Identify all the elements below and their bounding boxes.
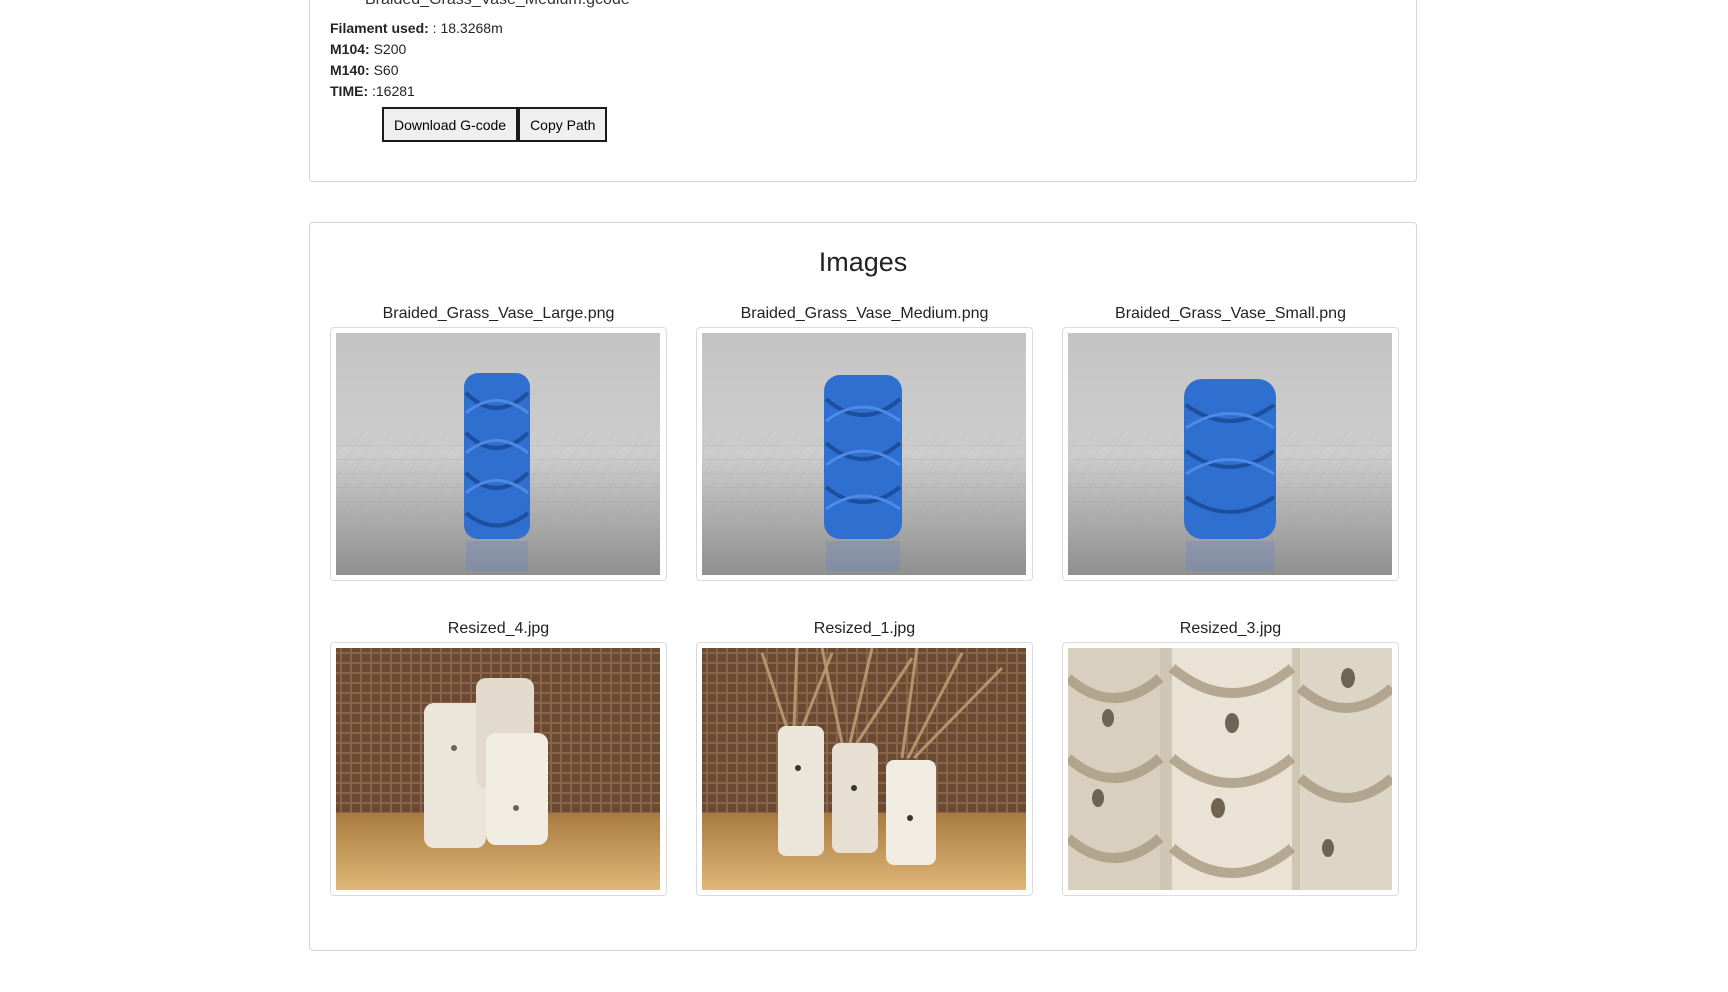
images-card: Images Braided_Grass_Vase_Large.png Brai…	[309, 222, 1417, 951]
vase-render-image[interactable]	[336, 333, 660, 575]
meta-value: :16281	[368, 83, 415, 99]
vase-closeup-image[interactable]	[1068, 648, 1392, 890]
image-caption: Braided_Grass_Vase_Small.png	[1115, 305, 1346, 322]
m104-row: M104: S200	[330, 40, 406, 58]
meta-key: M104:	[330, 41, 370, 57]
download-gcode-button[interactable]: Download G-code	[382, 107, 519, 142]
meta-key: TIME:	[330, 83, 369, 99]
gcode-actions: Download G-code Copy Path	[382, 107, 608, 142]
image-caption: Braided_Grass_Vase_Large.png	[382, 305, 615, 322]
meta-value: S60	[369, 62, 399, 78]
vase-render-image[interactable]	[702, 333, 1026, 575]
meta-key: M140:	[330, 62, 370, 78]
meta-value: S200	[369, 41, 407, 57]
image-tile-resized-3[interactable]: Resized_3.jpg	[1062, 618, 1399, 896]
m140-row: M140: S60	[330, 61, 399, 79]
image-tile-resized-1[interactable]: Resized_1.jpg	[696, 618, 1033, 896]
vase-photo-image[interactable]	[702, 648, 1026, 890]
meta-key: Filament used:	[330, 20, 429, 36]
gcode-file-name: Braided_Grass_Vase_Medium.gcode	[365, 0, 630, 9]
image-tile-resized-4[interactable]: Resized_4.jpg	[330, 618, 667, 896]
image-frame[interactable]	[1062, 642, 1399, 896]
image-frame[interactable]	[696, 327, 1033, 581]
image-frame[interactable]	[1062, 327, 1399, 581]
image-caption: Resized_3.jpg	[1179, 620, 1282, 637]
vase-render-image[interactable]	[1068, 333, 1392, 575]
image-caption: Braided_Grass_Vase_Medium.png	[740, 305, 989, 322]
image-caption: Resized_4.jpg	[447, 620, 550, 637]
time-row: TIME: :16281	[330, 82, 415, 100]
image-tile-large[interactable]: Braided_Grass_Vase_Large.png	[330, 303, 667, 581]
gcode-card: Braided_Grass_Vase_Medium.gcode Filament…	[309, 0, 1417, 182]
images-heading: Images	[818, 247, 908, 277]
image-frame[interactable]	[696, 642, 1033, 896]
vase-photo-image[interactable]	[336, 648, 660, 890]
filament-used-row: Filament used: : 18.3268m	[330, 19, 503, 37]
meta-value: : 18.3268m	[428, 20, 503, 36]
image-frame[interactable]	[330, 642, 667, 896]
image-tile-medium[interactable]: Braided_Grass_Vase_Medium.png	[696, 303, 1033, 581]
image-tile-small[interactable]: Braided_Grass_Vase_Small.png	[1062, 303, 1399, 581]
copy-path-button[interactable]: Copy Path	[518, 107, 608, 142]
image-caption: Resized_1.jpg	[813, 620, 916, 637]
image-frame[interactable]	[330, 327, 667, 581]
